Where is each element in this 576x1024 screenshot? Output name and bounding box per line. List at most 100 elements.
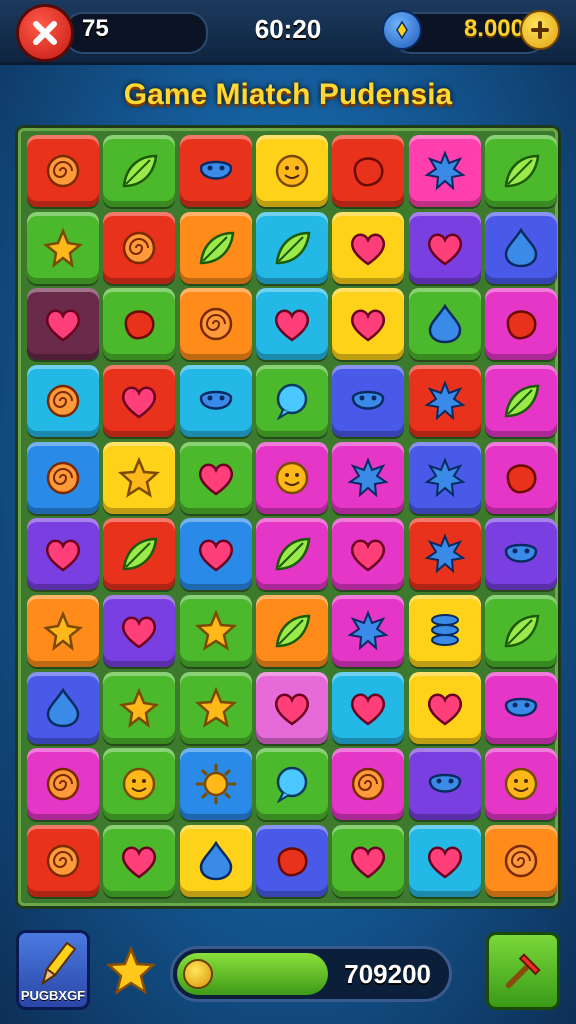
blob-icon <box>277 847 308 877</box>
heart-icon <box>427 846 462 879</box>
tile-flower[interactable] <box>27 595 99 668</box>
drop-icon <box>504 227 538 267</box>
tile-spiky[interactable] <box>408 365 481 438</box>
tile-heart[interactable] <box>27 518 99 591</box>
tile-swirl[interactable] <box>484 825 557 898</box>
tile-crab[interactable] <box>408 748 481 821</box>
tile-swirl[interactable] <box>27 748 99 821</box>
leaf-icon <box>275 614 311 648</box>
tile-face[interactable] <box>255 441 328 514</box>
tile-drop[interactable] <box>484 211 557 284</box>
tile-leaf[interactable] <box>255 595 328 668</box>
crab-icon <box>199 160 232 180</box>
tile-leaf[interactable] <box>484 595 557 668</box>
tile-heart[interactable] <box>408 825 481 898</box>
tile-blob[interactable] <box>484 441 557 514</box>
tile-crab[interactable] <box>332 365 405 438</box>
tile-drop[interactable] <box>179 825 252 898</box>
swirl-icon <box>351 768 385 801</box>
tile-blob[interactable] <box>255 825 328 898</box>
tile-bubble[interactable] <box>255 748 328 821</box>
tile-star[interactable] <box>103 441 176 514</box>
tile-leaf[interactable] <box>179 211 252 284</box>
tile-flower[interactable] <box>103 671 176 744</box>
tile-blob[interactable] <box>332 135 405 207</box>
tile-spiky[interactable] <box>332 595 405 668</box>
swirl-icon <box>199 308 232 341</box>
tile-heart[interactable] <box>408 671 481 744</box>
tile-leaf[interactable] <box>103 135 176 207</box>
tile-heart[interactable] <box>179 518 252 591</box>
tile-leaf[interactable] <box>255 211 328 284</box>
tile-heart[interactable] <box>27 288 99 361</box>
tile-leaf[interactable] <box>103 518 176 591</box>
tile-leaf[interactable] <box>255 518 328 591</box>
tile-crab[interactable] <box>484 671 557 744</box>
heart-icon <box>351 233 386 266</box>
tile-blob[interactable] <box>484 288 557 361</box>
crab-icon <box>428 774 461 794</box>
tile-crab[interactable] <box>179 365 252 438</box>
tile-heart[interactable] <box>408 211 481 284</box>
tile-heart[interactable] <box>103 595 176 668</box>
tile-face[interactable] <box>255 135 328 207</box>
tile-heart[interactable] <box>332 825 405 898</box>
tile-crab[interactable] <box>484 518 557 591</box>
tile-heart[interactable] <box>179 441 252 514</box>
tile-spiky[interactable] <box>408 518 481 591</box>
tile-leaf[interactable] <box>484 135 557 207</box>
tile-crab[interactable] <box>179 135 252 207</box>
leaf-icon <box>504 614 540 648</box>
tile-drop[interactable] <box>408 288 481 361</box>
swirl-icon <box>46 768 80 801</box>
tile-face[interactable] <box>484 748 557 821</box>
tile-heart[interactable] <box>332 518 405 591</box>
tile-blob[interactable] <box>103 288 176 361</box>
tile-heart[interactable] <box>103 825 176 898</box>
tile-leaf[interactable] <box>484 365 557 438</box>
leaf-icon <box>275 538 311 571</box>
tile-swirl[interactable] <box>179 288 252 361</box>
tile-swirl[interactable] <box>27 365 99 438</box>
tile-spiky[interactable] <box>408 135 481 207</box>
score-value: 709200 <box>344 959 431 989</box>
heart-icon <box>46 539 80 572</box>
tile-heart[interactable] <box>255 288 328 361</box>
tile-swirl[interactable] <box>27 441 99 514</box>
tile-heart[interactable] <box>255 671 328 744</box>
powerup-button[interactable]: PUGBXGF <box>16 930 90 1010</box>
heart-icon <box>274 309 309 342</box>
leaf-icon <box>504 154 540 188</box>
tile-spiky[interactable] <box>332 441 405 514</box>
tile-star[interactable] <box>179 595 252 668</box>
spiky-icon <box>423 380 466 421</box>
tile-heart[interactable] <box>103 365 176 438</box>
face-icon <box>275 461 309 494</box>
heart-icon <box>351 693 386 726</box>
tile-stack[interactable] <box>408 595 481 668</box>
hammer-icon <box>505 953 541 989</box>
tile-flower[interactable] <box>27 211 99 284</box>
swirl-icon <box>46 844 80 878</box>
tile-star[interactable] <box>179 671 252 744</box>
swirl-icon <box>46 154 80 188</box>
tile-bubble[interactable] <box>255 365 328 438</box>
crab-icon <box>504 697 538 717</box>
hammer-button[interactable] <box>486 932 560 1010</box>
tile-swirl[interactable] <box>103 211 176 284</box>
coin-icon <box>183 959 213 989</box>
swirl-icon <box>504 844 538 878</box>
spiky-icon <box>423 533 466 574</box>
tile-swirl[interactable] <box>332 748 405 821</box>
tile-swirl[interactable] <box>27 135 99 207</box>
tile-swirl[interactable] <box>27 825 99 898</box>
tile-heart[interactable] <box>332 288 405 361</box>
add-coins-button[interactable] <box>520 10 560 50</box>
tile-heart[interactable] <box>332 211 405 284</box>
tile-drop[interactable] <box>27 671 99 744</box>
tile-spiky[interactable] <box>408 441 481 514</box>
swirl-icon <box>46 461 80 494</box>
tile-heart[interactable] <box>332 671 405 744</box>
tile-face[interactable] <box>103 748 176 821</box>
tile-sun[interactable] <box>179 748 252 821</box>
